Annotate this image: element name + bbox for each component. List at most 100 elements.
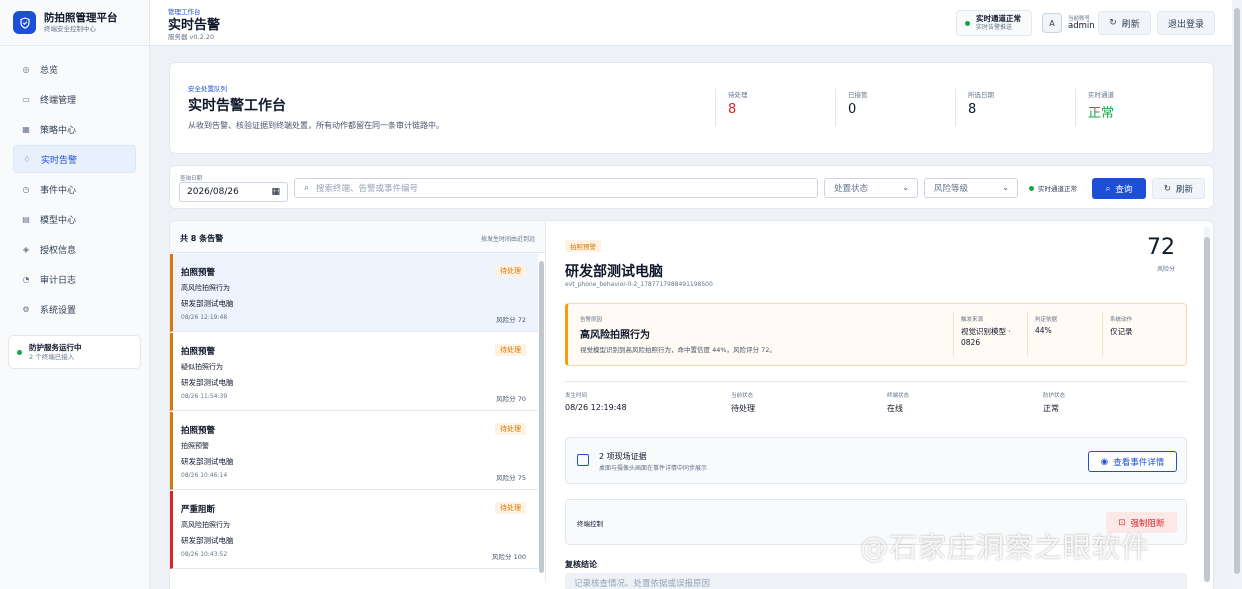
- hero-description: 从收到告警、核验证据到终端处置，所有动作都留在同一条审计链路中。: [188, 121, 444, 130]
- stat-taken: 已接管 0: [835, 89, 953, 126]
- nav-item-terminals[interactable]: ▭ 终端管理: [13, 85, 136, 113]
- stat-value: 0: [848, 102, 857, 117]
- risk-score: 72: [1147, 235, 1175, 260]
- nav-label: 终端管理: [40, 95, 77, 106]
- detail-title: 研发部测试电脑: [565, 264, 663, 280]
- alert-terminal: 研发部测试电脑: [181, 378, 234, 387]
- alert-terminal: 研发部测试电脑: [181, 536, 234, 545]
- brand: 防拍照管理平台 终端安全控制中心: [0, 0, 149, 46]
- nav-item-audit[interactable]: ◔ 审计日志: [13, 265, 136, 293]
- alert-list-item[interactable]: 严重阻断 待处理 高风险拍照行为 研发部测试电脑 08/26 10:43:52 …: [170, 491, 538, 569]
- nav-item-alerts[interactable]: ♢ 实时告警: [13, 145, 136, 173]
- divider: [565, 381, 1187, 382]
- channel-title: 实时通道正常: [976, 14, 1021, 23]
- brand-title: 防拍照管理平台: [44, 11, 118, 24]
- audit-icon: ◔: [22, 274, 30, 284]
- license-icon: ◈: [22, 244, 30, 254]
- refresh-icon: ↻: [1163, 183, 1172, 194]
- stat-pending: 待处理 8: [715, 89, 833, 126]
- meta-label: 当前状态: [731, 393, 754, 399]
- nav-item-models[interactable]: ▤ 模型中心: [13, 205, 136, 233]
- user-name: admin: [1068, 21, 1095, 31]
- chevron-down-icon: ⌄: [902, 183, 909, 192]
- view-event-label: 查看事件详情: [1113, 457, 1165, 468]
- query-label: 查询: [1115, 184, 1133, 195]
- alert-reason-box: 告警原因 高风险拍照行为 视觉模型识别到高风险拍照行为，命中置信度 44%，风险…: [565, 303, 1187, 366]
- source-label: 触发来源: [961, 317, 984, 323]
- chevron-down-icon: ⌄: [1002, 183, 1009, 192]
- status-badge: 待处理: [495, 502, 526, 514]
- search-icon: ⌕: [304, 183, 310, 193]
- divider: [1027, 312, 1028, 356]
- alert-list-item[interactable]: 拍照预警 待处理 高风险拍照行为 研发部测试电脑 08/26 12:19:48 …: [170, 254, 538, 332]
- alert-list-item[interactable]: 拍照预警 待处理 拍照预警 研发部测试电脑 08/26 10:46:14 风险分…: [170, 412, 538, 490]
- service-sub: 2 个终端已接入: [29, 352, 75, 361]
- review-textarea[interactable]: 记录核查情况、处置依据或误报原因: [565, 573, 1187, 589]
- alert-reason: 高风险拍照行为: [181, 521, 230, 529]
- list-scroll-thumb[interactable]: [539, 261, 544, 573]
- avatar[interactable]: A: [1042, 13, 1062, 33]
- nav-label: 事件中心: [40, 185, 77, 196]
- calendar-icon: ▦: [271, 187, 280, 197]
- hero-card: 安全处置队列 实时告警工作台 从收到告警、核验证据到终端处置，所有动作都留在同一…: [169, 62, 1214, 154]
- nav-item-events[interactable]: ◷ 事件中心: [13, 175, 136, 203]
- review-label: 复核结论: [565, 560, 597, 569]
- filter-channel-status: 实时通道正常: [1029, 183, 1077, 193]
- alert-reason: 高风险拍照行为: [181, 284, 230, 292]
- nav-item-settings[interactable]: ⚙ 系统设置: [13, 295, 136, 323]
- alert-title: 拍照预警: [181, 426, 216, 436]
- detail-scroll-thumb[interactable]: [1204, 237, 1210, 582]
- meta-value: 在线: [887, 404, 903, 413]
- evidence-sub: 桌面与摄像头画面在事件详情中同步展示: [599, 465, 708, 472]
- sidebar: 防拍照管理平台 终端安全控制中心 ◎ 总览 ▭ 终端管理 ▦ 策略中心 ♢ 实时告警 ◷…: [0, 0, 150, 589]
- server-version: 服务器 v0.2.20: [168, 33, 215, 41]
- view-event-button[interactable]: ◉ 查看事件详情: [1088, 451, 1177, 472]
- alert-time: 08/26 11:54:39: [181, 393, 228, 400]
- detail-scrollbar[interactable]: [1204, 227, 1210, 582]
- meta-label: 发生时间: [565, 393, 588, 399]
- alert-time: 08/26 10:43:52: [181, 551, 228, 558]
- risk-select[interactable]: 风险等级 ⌄: [924, 178, 1018, 198]
- page-scroll-thumb[interactable]: [1234, 8, 1240, 574]
- stat-value: 8: [728, 102, 737, 117]
- list-scrollbar[interactable]: [539, 261, 544, 579]
- stat-channel: 实时通道 正常: [1075, 89, 1193, 126]
- query-button[interactable]: ⌕ 查询: [1092, 178, 1146, 199]
- evidence-box: 2 项现场证据 桌面与摄像头画面在事件详情中同步展示 ◉ 查看事件详情: [565, 437, 1187, 484]
- image-icon: [577, 454, 589, 466]
- monitor-icon: ▭: [22, 94, 30, 104]
- header-refresh-button[interactable]: ↻ 刷新: [1098, 11, 1151, 35]
- meta-label: 终端状态: [887, 393, 910, 399]
- logout-button[interactable]: 退出登录: [1157, 11, 1215, 35]
- date-value: 2026/08/26: [187, 187, 239, 197]
- alert-list-item[interactable]: 拍照预警 待处理 疑似拍照行为 研发部测试电脑 08/26 11:54:39 风…: [170, 333, 538, 411]
- bell-icon: ♢: [23, 154, 31, 164]
- confidence-label: 判定依据: [1035, 317, 1058, 323]
- reason-title: 高风险拍照行为: [580, 330, 650, 341]
- nav-item-overview[interactable]: ◎ 总览: [13, 55, 136, 83]
- nav-label: 模型中心: [40, 215, 77, 226]
- eye-icon: ◉: [1100, 456, 1109, 467]
- nav-label: 策略中心: [40, 125, 77, 136]
- status-select-label: 处置状态: [834, 184, 869, 194]
- search-input[interactable]: ⌕ 搜索终端、告警或事件编号: [294, 178, 818, 198]
- alert-time: 08/26 12:19:48: [181, 314, 228, 321]
- date-input[interactable]: 2026/08/26 ▦: [179, 182, 288, 202]
- risk-score-label: 风险分: [1156, 266, 1175, 273]
- filter-channel-label: 实时通道正常: [1038, 185, 1077, 193]
- alert-reason: 拍照预警: [181, 442, 209, 450]
- event-icon: ◷: [22, 184, 30, 194]
- page-scrollbar[interactable]: [1232, 0, 1242, 589]
- nav-item-license[interactable]: ◈ 授权信息: [13, 235, 136, 263]
- nav-label: 总览: [40, 65, 59, 76]
- alert-reason: 疑似拍照行为: [181, 363, 223, 371]
- list-title: 共 8 条告警: [180, 234, 224, 243]
- nav-item-policy[interactable]: ▦ 策略中心: [13, 115, 136, 143]
- policy-icon: ▦: [22, 124, 30, 134]
- filter-refresh-button[interactable]: ↻ 刷新: [1152, 178, 1205, 199]
- status-select[interactable]: 处置状态 ⌄: [824, 178, 918, 198]
- meta-value: 08/26 12:19:48: [565, 403, 627, 412]
- list-sort[interactable]: 按发生时间由近到远: [481, 234, 535, 243]
- alert-title: 严重阻断: [181, 505, 216, 515]
- status-badge: 待处理: [495, 423, 526, 435]
